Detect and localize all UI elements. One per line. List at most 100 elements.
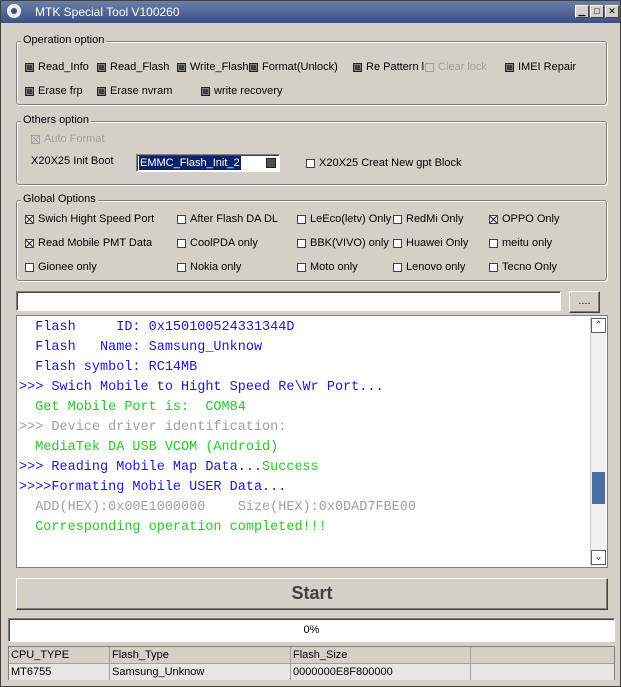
- checkbox-box[interactable]: [393, 262, 402, 272]
- auto-format-label: Auto Format: [44, 133, 105, 145]
- checkbox-label: LeEco(letv) Only: [310, 213, 392, 225]
- checkbox-box[interactable]: [25, 214, 34, 224]
- checkbox-box[interactable]: [489, 262, 498, 272]
- checkbox-meitu-only[interactable]: meitu only: [489, 237, 552, 249]
- log-text: >>> Device driver identification:: [19, 420, 287, 435]
- checkbox-label: Moto only: [310, 261, 358, 273]
- checkbox-huawei-only[interactable]: Huawei Only: [393, 237, 468, 249]
- checkbox-box[interactable]: [177, 262, 186, 272]
- checkbox-box[interactable]: [393, 238, 402, 248]
- checkbox-bbk-vivo-only[interactable]: BBK(VIVO) only: [297, 237, 389, 249]
- checkbox-box[interactable]: [489, 214, 498, 224]
- auto-format-box[interactable]: [31, 134, 40, 144]
- log-text: Get Mobile Port is: COM84: [19, 400, 246, 415]
- checkbox-box[interactable]: [97, 86, 106, 96]
- title-bar[interactable]: MTK Special Tool V100260 ▁ □ ✕: [1, 1, 620, 23]
- operation-option-legend: Operation option: [21, 34, 107, 46]
- dropdown-icon[interactable]: [266, 158, 276, 168]
- checkbox-box[interactable]: [489, 238, 498, 248]
- checkbox-swich-hight-speed-port[interactable]: Swich Hight Speed Port: [25, 213, 154, 225]
- start-button[interactable]: Start: [16, 578, 608, 610]
- checkbox-box[interactable]: [201, 86, 210, 96]
- checkbox-box[interactable]: [297, 238, 306, 248]
- checkbox-box[interactable]: [505, 62, 514, 72]
- checkbox-box[interactable]: [177, 62, 186, 72]
- checkbox-erase-nvram[interactable]: Erase nvram: [97, 85, 172, 97]
- checkbox-imei-repair[interactable]: IMEI Repair: [505, 61, 576, 73]
- log-line: Flash Name: Samsung_Unknow: [19, 338, 262, 358]
- log-text: Corresponding operation completed!!!: [19, 520, 327, 535]
- gpt-box[interactable]: [306, 158, 315, 168]
- close-icon[interactable]: ✕: [605, 5, 619, 18]
- checkbox-erase-frp[interactable]: Erase frp: [25, 85, 83, 97]
- checkbox-clear-lock[interactable]: Clear lock: [425, 61, 487, 73]
- gpt-label: X20X25 Creat New gpt Block: [319, 157, 462, 169]
- log-output: Flash ID: 0x150100524331344D Flash Name:…: [16, 315, 608, 568]
- table-row[interactable]: MT6755 Samsung_Unknow 0000000E8F800000: [9, 664, 614, 680]
- checkbox-box[interactable]: [177, 238, 186, 248]
- checkbox-box[interactable]: [297, 262, 306, 272]
- checkbox-nokia-only[interactable]: Nokia only: [177, 261, 241, 273]
- checkbox-box[interactable]: [393, 214, 402, 224]
- checkbox-box[interactable]: [297, 214, 306, 224]
- checkbox-oppo-only[interactable]: OPPO Only: [489, 213, 559, 225]
- checkbox-label: BBK(VIVO) only: [310, 237, 389, 249]
- checkbox-moto-only[interactable]: Moto only: [297, 261, 358, 273]
- path-input[interactable]: [16, 291, 561, 311]
- checkbox-read-mobile-pmt-data[interactable]: Read Mobile PMT Data: [25, 237, 152, 249]
- checkbox-label: Tecno Only: [502, 261, 558, 273]
- init-boot-label: X20X25 Init Boot: [31, 155, 114, 167]
- maximize-icon[interactable]: □: [590, 5, 604, 18]
- checkbox-after-flash-da-dl[interactable]: After Flash DA DL: [177, 213, 278, 225]
- checkbox-box[interactable]: [25, 86, 34, 96]
- checkbox-write-recovery[interactable]: write recovery: [201, 85, 282, 97]
- checkbox-leeco-letv-only[interactable]: LeEco(letv) Only: [297, 213, 391, 225]
- log-text: Flash symbol: RC14MB: [19, 360, 198, 375]
- device-info-table: CPU_TYPE Flash_Type Flash_Size MT6755 Sa…: [8, 646, 615, 680]
- checkbox-box[interactable]: [177, 214, 186, 224]
- checkbox-read-flash[interactable]: Read_Flash: [97, 61, 169, 73]
- checkbox-redmi-only[interactable]: RedMi Only: [393, 213, 463, 225]
- browse-button[interactable]: ....: [569, 291, 600, 313]
- log-line: MediaTek DA USB VCOM (Android): [19, 438, 278, 458]
- auto-format-checkbox[interactable]: Auto Format: [31, 133, 105, 145]
- checkbox-gionee-only[interactable]: Gionee only: [25, 261, 97, 273]
- checkbox-lenovo-only[interactable]: Lenovo only: [393, 261, 465, 273]
- minimize-icon[interactable]: ▁: [575, 5, 589, 18]
- log-text: >>> Reading Mobile Map Data...: [19, 460, 263, 475]
- checkbox-coolpda-only[interactable]: CoolPDA only: [177, 237, 258, 249]
- log-line: Get Mobile Port is: COM84: [19, 398, 246, 418]
- gpt-checkbox[interactable]: X20X25 Creat New gpt Block: [306, 157, 461, 169]
- checkbox-box[interactable]: [25, 62, 34, 72]
- checkbox-tecno-only[interactable]: Tecno Only: [489, 261, 557, 273]
- log-text: MediaTek DA USB VCOM (Android): [19, 440, 279, 455]
- table-header-row: CPU_TYPE Flash_Type Flash_Size: [9, 647, 614, 664]
- checkbox-box[interactable]: [25, 238, 34, 248]
- checkbox-box[interactable]: [425, 62, 434, 72]
- init-boot-value: EMMC_Flash_Init_2: [139, 156, 241, 170]
- scroll-thumb[interactable]: [592, 472, 605, 504]
- scroll-up-icon[interactable]: ⌃: [591, 318, 606, 333]
- header-empty: [471, 647, 614, 663]
- checkbox-box[interactable]: [25, 262, 34, 272]
- checkbox-box[interactable]: [249, 62, 258, 72]
- log-scrollbar[interactable]: ⌃ ⌄: [590, 317, 606, 566]
- checkbox-label: Huawei Only: [406, 237, 469, 249]
- log-text: Flash ID: 0x150100524331344D: [19, 320, 295, 335]
- log-line: >>> Device driver identification:: [19, 418, 286, 438]
- log-line: Flash ID: 0x150100524331344D: [19, 318, 294, 338]
- checkbox-label: Write_Flash: [190, 61, 249, 73]
- checkbox-read-info[interactable]: Read_Info: [25, 61, 89, 73]
- app-icon[interactable]: [7, 4, 21, 18]
- checkbox-write-flash[interactable]: Write_Flash: [177, 61, 248, 73]
- checkbox-re-pattern-l[interactable]: Re Pattern l: [353, 61, 424, 73]
- checkbox-label: Swich Hight Speed Port: [38, 213, 155, 225]
- init-boot-select[interactable]: EMMC_Flash_Init_2: [136, 154, 280, 172]
- log-line: >>>>Formating Mobile USER Data...: [19, 478, 286, 498]
- checkbox-label: Format(Unlock): [262, 61, 338, 73]
- checkbox-format-unlock[interactable]: Format(Unlock): [249, 61, 338, 73]
- checkbox-box[interactable]: [353, 62, 362, 72]
- others-option-group: Others option: [16, 114, 607, 185]
- checkbox-box[interactable]: [97, 62, 106, 72]
- scroll-down-icon[interactable]: ⌄: [591, 550, 606, 565]
